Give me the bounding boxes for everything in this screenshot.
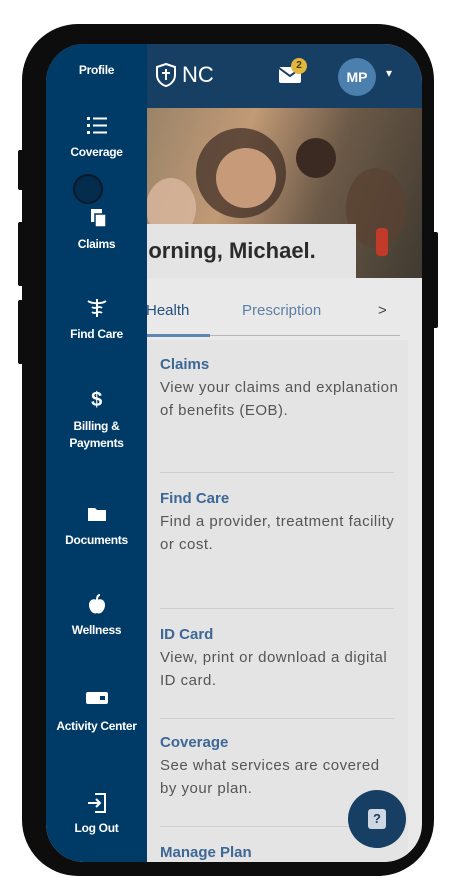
- item-title[interactable]: ID Card: [160, 626, 400, 643]
- item-description: Find a provider, treatment facility or c…: [160, 513, 395, 553]
- nav-item-coverage[interactable]: Coverage: [46, 116, 147, 161]
- chevron-down-icon[interactable]: ▾: [386, 66, 392, 80]
- list-item-coverage[interactable]: Coverage See what services are covered b…: [160, 734, 400, 800]
- tab-active-indicator: [146, 334, 210, 337]
- brand-logo[interactable]: NC: [156, 62, 214, 88]
- item-title[interactable]: Find Care: [160, 490, 400, 507]
- nav-label: Activity Center: [56, 719, 137, 733]
- nav-label: Find Care: [70, 327, 123, 341]
- shield-icon: [156, 63, 176, 87]
- documents-icon: [46, 208, 147, 228]
- avatar[interactable]: MP: [338, 58, 376, 96]
- caduceus-icon: [46, 298, 147, 318]
- list-item-claims[interactable]: Claims View your claims and explanation …: [160, 356, 400, 422]
- list-item-find-care[interactable]: Find Care Find a provider, treatment fac…: [160, 490, 400, 556]
- tab-scroll-right[interactable]: >: [378, 302, 387, 319]
- quick-links-card: Claims View your claims and explanation …: [146, 340, 408, 862]
- list-item-id-card[interactable]: ID Card View, print or download a digita…: [160, 626, 400, 692]
- divider: [160, 718, 394, 719]
- nav-item-log-out[interactable]: Log Out: [46, 792, 147, 837]
- list-item-manage-plan[interactable]: Manage Plan: [160, 844, 400, 862]
- nav-item-profile[interactable]: Profile: [46, 62, 147, 79]
- nav-label: Log Out: [74, 821, 119, 835]
- nav-item-wellness[interactable]: Wellness: [46, 594, 147, 639]
- phone-power-button: [432, 232, 438, 328]
- phone-volume-down: [18, 300, 24, 364]
- apple-icon: [46, 594, 147, 614]
- nav-item-claims[interactable]: Claims: [46, 208, 147, 253]
- touch-indicator: [73, 174, 103, 204]
- dollar-icon: $: [91, 389, 102, 411]
- phone-side-button: [18, 150, 24, 190]
- folder-icon: [46, 504, 147, 524]
- app-screen: NC 2 MP ▾ Morning, Michael. Health Presc…: [46, 44, 422, 862]
- nav-item-activity-center[interactable]: Activity Center: [46, 690, 147, 735]
- help-button[interactable]: ?: [348, 790, 406, 848]
- nav-label: Claims: [77, 237, 116, 251]
- greeting-title: Morning, Michael.: [130, 224, 356, 278]
- tab-divider: [210, 335, 400, 336]
- help-icon: ?: [368, 809, 386, 829]
- nav-label: Wellness: [71, 623, 122, 637]
- divider: [160, 472, 394, 473]
- nav-label: Coverage: [70, 145, 123, 159]
- item-description: View your claims and explanation of bene…: [160, 379, 399, 419]
- list-icon: [46, 116, 147, 136]
- item-description: View, print or download a digital ID car…: [160, 649, 388, 689]
- nav-label: Billing & Payments: [69, 419, 124, 450]
- tab-bar: Health Prescription >: [146, 294, 416, 334]
- nav-label: Documents: [65, 533, 128, 547]
- notification-badge: 2: [291, 58, 307, 74]
- item-title[interactable]: Manage Plan: [160, 844, 400, 861]
- logout-icon: [46, 792, 147, 813]
- tab-prescription[interactable]: Prescription: [242, 302, 321, 319]
- phone-volume-up: [18, 222, 24, 286]
- item-title[interactable]: Claims: [160, 356, 400, 373]
- nav-label: Profile: [78, 63, 115, 77]
- tab-health[interactable]: Health: [146, 302, 189, 319]
- item-title[interactable]: Coverage: [160, 734, 400, 751]
- side-drawer: Profile Coverage Claims Find Care $ Bill…: [46, 44, 147, 862]
- nav-item-documents[interactable]: Documents: [46, 504, 147, 549]
- nav-item-find-care[interactable]: Find Care: [46, 298, 147, 343]
- divider: [160, 608, 394, 609]
- brand-name: NC: [182, 62, 214, 87]
- nav-item-billing-payments[interactable]: $ Billing & Payments: [46, 390, 147, 452]
- card-icon: [46, 690, 147, 710]
